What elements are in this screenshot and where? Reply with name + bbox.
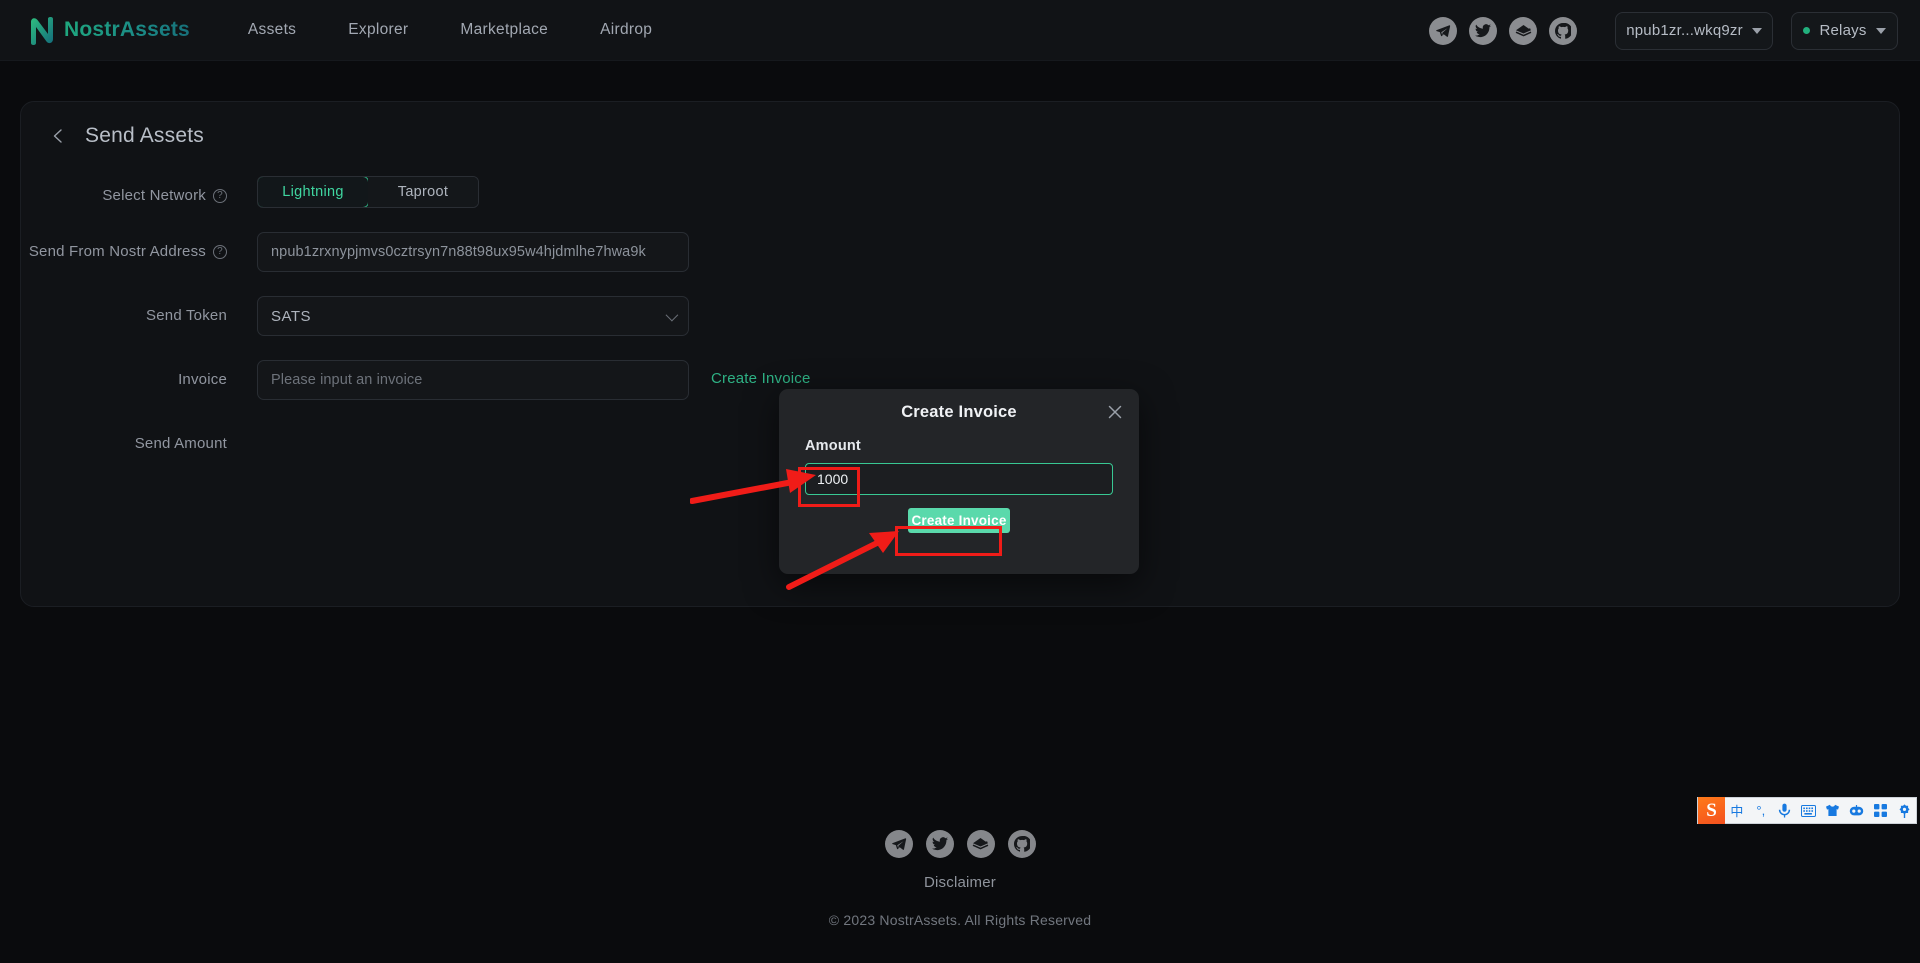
header-social-links xyxy=(1429,16,1577,45)
network-option-taproot[interactable]: Taproot xyxy=(368,177,478,207)
github-link[interactable] xyxy=(1549,16,1577,45)
settings-icon[interactable] xyxy=(1892,803,1916,818)
create-invoice-link[interactable]: Create Invoice xyxy=(711,360,811,387)
chevron-left-icon[interactable] xyxy=(49,127,67,145)
twitter-icon xyxy=(1475,23,1491,37)
network-label: Select Network xyxy=(102,187,206,204)
modal-actions: Create Invoice xyxy=(805,508,1113,533)
network-option-lightning[interactable]: Lightning xyxy=(258,177,369,207)
twitter-link[interactable] xyxy=(925,830,954,858)
invoice-label-wrap: Invoice xyxy=(21,360,227,388)
modal-title: Create Invoice xyxy=(901,403,1017,421)
amount-input[interactable] xyxy=(805,463,1113,495)
nostr-logo-icon xyxy=(31,16,53,45)
token-field: SATS xyxy=(257,296,689,336)
skin-icon[interactable] xyxy=(1821,804,1845,817)
disclaimer-link[interactable]: Disclaimer xyxy=(924,874,996,891)
relays-dropdown-button[interactable]: Relays xyxy=(1791,11,1898,50)
form-row-nostr-address: Send From Nostr Address ? xyxy=(21,232,1899,272)
question-mark-icon[interactable]: ? xyxy=(213,244,227,259)
github-icon xyxy=(1013,836,1030,852)
form-row-token: Send Token SATS xyxy=(21,296,1899,336)
voice-input-icon[interactable] xyxy=(1773,803,1797,818)
nostr-link[interactable] xyxy=(1509,16,1537,45)
telegram-link[interactable] xyxy=(884,830,913,858)
chevron-down-icon xyxy=(1875,27,1886,34)
invoice-field: Create Invoice xyxy=(257,360,811,400)
chevron-down-icon xyxy=(665,308,679,321)
invoice-input[interactable] xyxy=(257,360,689,400)
header-right-group: npub1zr...wkq9zr Relays xyxy=(1429,0,1898,61)
token-label-wrap: Send Token xyxy=(21,296,227,324)
send-amount-label: Send Amount xyxy=(134,435,227,452)
soft-keyboard-icon[interactable] xyxy=(1797,804,1821,817)
nostr-icon xyxy=(1515,24,1531,36)
app-header: NostrAssets Assets Explorer Marketplace … xyxy=(0,0,1920,61)
robot-icon[interactable] xyxy=(1844,804,1868,817)
main-nav: Assets Explorer Marketplace Airdrop xyxy=(248,21,652,39)
nav-item-airdrop[interactable]: Airdrop xyxy=(600,21,652,39)
brand-name: NostrAssets xyxy=(64,18,190,41)
create-invoice-submit-button[interactable]: Create Invoice xyxy=(908,508,1010,533)
nav-item-explorer[interactable]: Explorer xyxy=(348,21,408,39)
page-title: Send Assets xyxy=(85,124,204,147)
app-root: NostrAssets Assets Explorer Marketplace … xyxy=(0,0,1920,963)
copyright-text: © 2023 NostrAssets. All Rights Reserved xyxy=(828,912,1092,928)
app-footer: Disclaimer © 2023 NostrAssets. All Right… xyxy=(0,830,1920,928)
card-header: Send Assets xyxy=(21,102,1899,148)
network-field: Lightning Taproot xyxy=(257,176,479,208)
network-segmented-control: Lightning Taproot xyxy=(257,176,479,208)
chinese-mode-icon[interactable]: 中 xyxy=(1725,801,1749,820)
github-link[interactable] xyxy=(1007,830,1036,858)
form-row-network: Select Network ? Lightning Taproot xyxy=(21,176,1899,208)
telegram-icon xyxy=(891,838,906,850)
telegram-icon xyxy=(1436,24,1451,37)
twitter-icon xyxy=(931,837,948,851)
nostr-icon xyxy=(972,838,989,850)
network-label-wrap: Select Network ? xyxy=(21,176,227,204)
create-invoice-modal: Create Invoice Amount Create Invoice xyxy=(779,389,1139,574)
invoice-label: Invoice xyxy=(178,371,227,388)
nostr-address-label: Send From Nostr Address xyxy=(28,243,206,260)
modal-body: Amount Create Invoice xyxy=(779,422,1139,533)
send-amount-label-wrap: Send Amount xyxy=(21,424,227,452)
telegram-link[interactable] xyxy=(1429,16,1457,45)
nostr-address-input[interactable] xyxy=(257,232,689,272)
account-label: npub1zr...wkq9zr xyxy=(1626,22,1743,39)
nav-item-assets[interactable]: Assets xyxy=(248,21,296,39)
token-label: Send Token xyxy=(146,307,227,324)
nostr-address-field xyxy=(257,232,689,272)
punctuation-icon[interactable]: °, xyxy=(1749,803,1773,818)
close-icon[interactable] xyxy=(1106,403,1124,421)
question-mark-icon[interactable]: ? xyxy=(213,188,227,203)
relay-status-dot xyxy=(1803,27,1811,34)
twitter-link[interactable] xyxy=(1469,16,1497,45)
ime-toolbar: S 中 °, xyxy=(1697,797,1917,824)
nostr-link[interactable] xyxy=(966,830,995,858)
token-selected-value: SATS xyxy=(271,307,312,325)
github-icon xyxy=(1555,22,1571,39)
brand-logo[interactable]: NostrAssets xyxy=(28,16,190,45)
relays-label: Relays xyxy=(1819,22,1867,39)
token-select[interactable]: SATS xyxy=(257,296,689,336)
nostr-address-label-wrap: Send From Nostr Address ? xyxy=(21,232,227,260)
footer-social-links xyxy=(884,830,1036,858)
sogou-logo-icon[interactable]: S xyxy=(1698,797,1725,824)
toolbox-icon[interactable] xyxy=(1868,804,1892,817)
account-dropdown-button[interactable]: npub1zr...wkq9zr xyxy=(1615,11,1773,50)
amount-label: Amount xyxy=(805,438,861,454)
chevron-down-icon xyxy=(1751,27,1762,34)
nav-item-marketplace[interactable]: Marketplace xyxy=(460,21,548,39)
